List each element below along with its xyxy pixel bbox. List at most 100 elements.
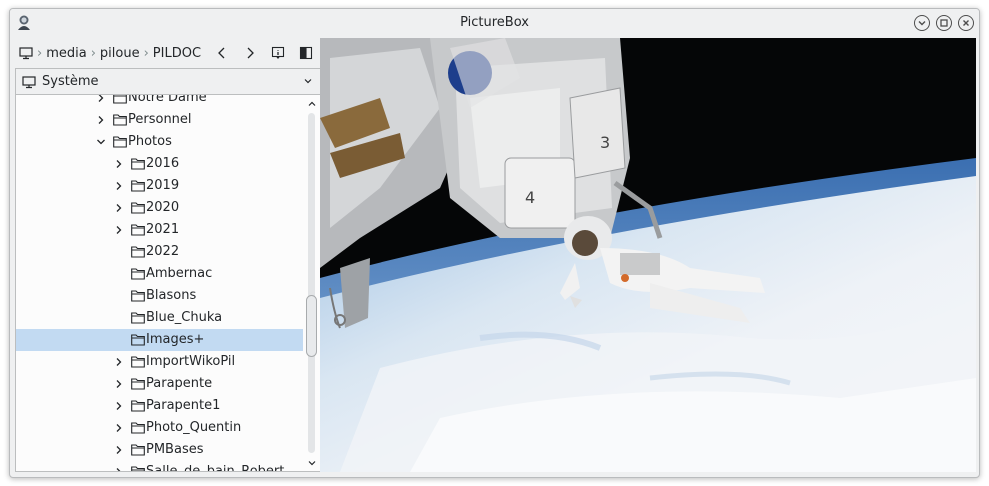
chevron-right-icon[interactable] xyxy=(114,225,124,235)
tree-item-2021[interactable]: 2021 xyxy=(16,219,303,241)
crumb-media[interactable]: media xyxy=(46,46,87,61)
tree-item-label: Blasons xyxy=(146,288,197,303)
square-icon xyxy=(940,19,948,27)
info-button[interactable] xyxy=(264,39,292,67)
tree-item-blasons[interactable]: Blasons xyxy=(16,285,303,307)
location-label: Système xyxy=(42,74,99,89)
folder-tree[interactable]: Salle_de_bain_Robert PMBases Photo_Quentin… xyxy=(15,95,321,472)
spacewalk-photo: 4 3 xyxy=(320,38,976,472)
forward-button[interactable] xyxy=(236,39,264,67)
folder-icon xyxy=(131,312,145,324)
chevron-down-icon[interactable] xyxy=(96,137,106,147)
chevron-right-icon[interactable] xyxy=(114,357,124,367)
tree-item-2019[interactable]: 2019 xyxy=(16,175,303,197)
tree-item-label: Photo_Quentin xyxy=(146,420,242,435)
svg-text:4: 4 xyxy=(525,188,535,207)
tree-item-salle-de-bain-robert[interactable]: Salle_de_bain_Robert xyxy=(16,461,303,472)
crumb-pildoc[interactable]: PILDOC xyxy=(153,46,201,61)
tree-item-label: Parapente xyxy=(146,376,213,391)
scroll-track[interactable] xyxy=(308,113,315,453)
tree-item-2016[interactable]: 2016 xyxy=(16,153,303,175)
chevron-right-icon[interactable] xyxy=(114,467,124,472)
tree-item-2020[interactable]: 2020 xyxy=(16,197,303,219)
tree-item-importwikopil[interactable]: ImportWikoPil xyxy=(16,351,303,373)
x-icon xyxy=(963,20,969,26)
chevron-right-icon[interactable] xyxy=(114,423,124,433)
folder-icon xyxy=(131,158,145,170)
chevron-up-icon[interactable] xyxy=(307,99,317,109)
chevron-right-icon[interactable] xyxy=(114,159,124,169)
folder-icon xyxy=(131,334,145,346)
tree-item-photos[interactable]: Photos xyxy=(16,131,303,153)
picturebox-window: PictureBox › media › piloue › PILDOC Sys… xyxy=(9,8,980,478)
tree-item-notre-dame[interactable]: Notre Dame xyxy=(16,95,303,109)
tree-item-label: 2020 xyxy=(146,200,180,215)
tree-item-ambernac[interactable]: Ambernac xyxy=(16,263,303,285)
folder-icon xyxy=(113,114,127,126)
chevron-down-icon xyxy=(304,79,312,84)
back-button[interactable] xyxy=(208,39,236,67)
folder-icon xyxy=(131,224,145,236)
folder-icon xyxy=(131,246,145,258)
tree-item-label: Ambernac xyxy=(146,266,213,281)
chevron-right-icon[interactable] xyxy=(114,181,124,191)
tree-item-label: Personnel xyxy=(128,112,192,127)
computer-icon xyxy=(22,75,36,88)
svg-text:3: 3 xyxy=(600,133,610,152)
tree-item-label: Images+ xyxy=(146,332,205,347)
chevron-right-icon: › xyxy=(37,45,43,61)
tree-item-label: PMBases xyxy=(146,442,204,457)
scroll-thumb[interactable] xyxy=(306,295,317,357)
tree-item-pmbases[interactable]: PMBases xyxy=(16,439,303,461)
maximize-button[interactable] xyxy=(936,15,952,31)
location-dropdown[interactable]: Système xyxy=(15,68,321,95)
browser-panel: › media › piloue › PILDOC Système Salle_… xyxy=(15,38,321,472)
tree-item-label: Salle_de_bain_Robert xyxy=(146,464,285,472)
close-button[interactable] xyxy=(958,15,974,31)
minimize-button[interactable] xyxy=(914,15,930,31)
split-view-button[interactable] xyxy=(292,39,320,67)
tree-item-parapente[interactable]: Parapente xyxy=(16,373,303,395)
folder-icon xyxy=(131,400,145,412)
chevron-right-icon[interactable] xyxy=(114,401,124,411)
chevron-right-icon xyxy=(247,47,254,59)
chevron-right-icon: › xyxy=(143,45,149,61)
breadcrumb: › media › piloue › PILDOC xyxy=(15,46,208,61)
chevron-right-icon[interactable] xyxy=(114,203,124,213)
tree-item-label: Notre Dame xyxy=(128,95,207,105)
path-bar: › media › piloue › PILDOC xyxy=(15,38,321,68)
folder-icon xyxy=(113,95,127,104)
tree-item-images-[interactable]: Images+ xyxy=(16,329,303,351)
tree-item-parapente1[interactable]: Parapente1 xyxy=(16,395,303,417)
tree-item-label: ImportWikoPil xyxy=(146,354,236,369)
tree-item-personnel[interactable]: Personnel xyxy=(16,109,303,131)
folder-icon xyxy=(131,444,145,456)
chevron-right-icon[interactable] xyxy=(114,445,124,455)
tree-item-label: 2022 xyxy=(146,244,180,259)
folder-icon xyxy=(131,268,145,280)
tree-scrollbar[interactable] xyxy=(304,95,320,471)
folder-icon xyxy=(131,422,145,434)
folder-icon xyxy=(131,356,145,368)
tree-item-blue-chuka[interactable]: Blue_Chuka xyxy=(16,307,303,329)
tree-item-label: Blue_Chuka xyxy=(146,310,223,325)
info-icon xyxy=(271,46,285,59)
title-bar[interactable]: PictureBox xyxy=(10,9,979,37)
chevron-down-icon[interactable] xyxy=(307,458,317,468)
chevron-right-icon[interactable] xyxy=(96,115,106,125)
image-viewer[interactable]: 4 3 xyxy=(320,38,976,472)
folder-icon xyxy=(131,202,145,214)
chevron-right-icon[interactable] xyxy=(96,95,106,103)
chevron-right-icon[interactable] xyxy=(114,379,124,389)
folder-icon xyxy=(113,136,127,148)
tree-item-label: Parapente1 xyxy=(146,398,221,413)
chevron-down-icon xyxy=(918,21,926,26)
tree-item-label: Photos xyxy=(128,134,172,149)
folder-icon xyxy=(131,180,145,192)
computer-icon[interactable] xyxy=(19,46,33,60)
crumb-piloue[interactable]: piloue xyxy=(100,46,140,61)
folder-icon xyxy=(131,466,145,471)
tree-item-2022[interactable]: 2022 xyxy=(16,241,303,263)
chevron-left-icon xyxy=(218,47,225,59)
tree-item-photo-quentin[interactable]: Photo_Quentin xyxy=(16,417,303,439)
